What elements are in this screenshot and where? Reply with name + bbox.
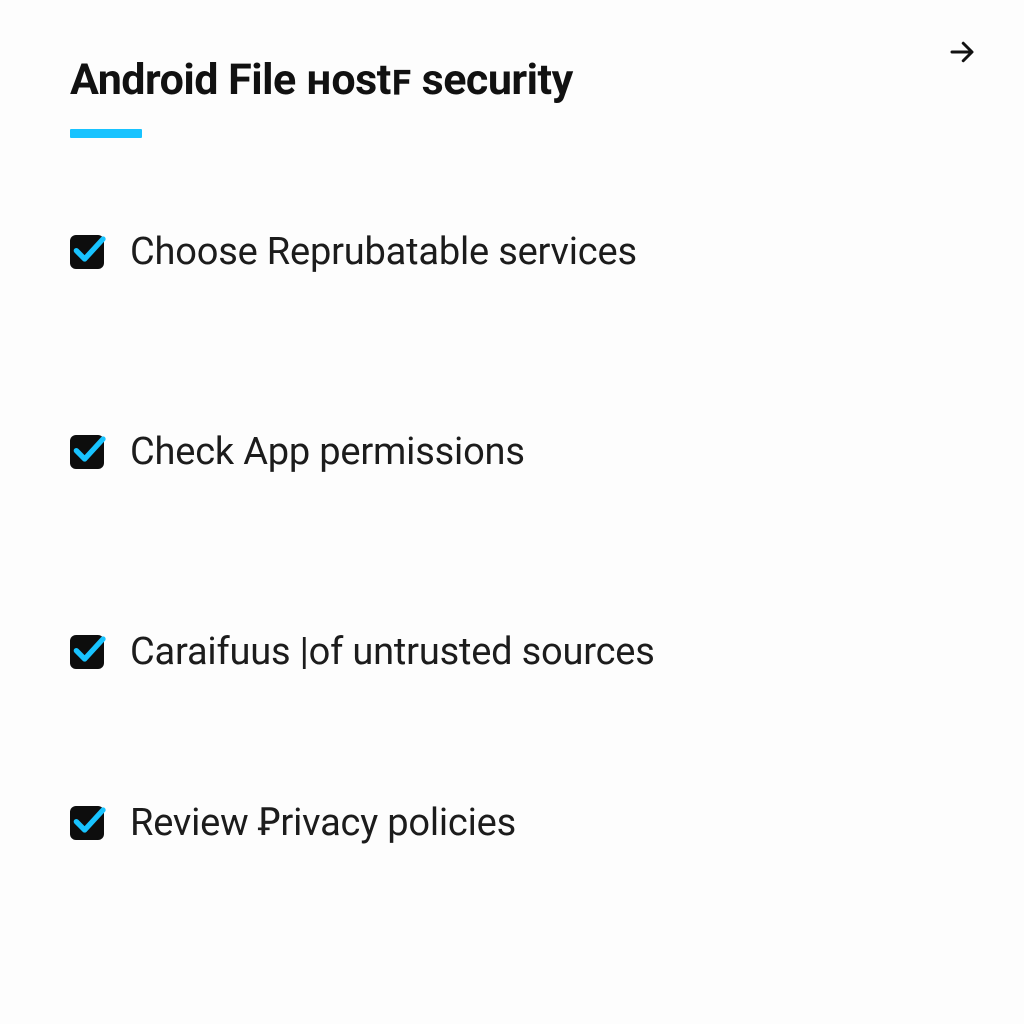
checkbox-checked[interactable] bbox=[70, 235, 104, 269]
list-item: Review Ꝑrivacy policies bbox=[70, 800, 954, 845]
list-item: Choose Reprubatable services bbox=[70, 230, 954, 274]
title-underline bbox=[70, 129, 142, 138]
checkbox-checked[interactable] bbox=[70, 635, 104, 669]
checkbox-checked[interactable] bbox=[70, 435, 104, 469]
list-item-label: Caraifuus |of untrusted sources bbox=[130, 630, 655, 674]
list-item-label: Choose Reprubatable services bbox=[130, 230, 637, 274]
security-checklist: Choose Reprubatable services Check App p… bbox=[70, 230, 954, 845]
list-item: Caraifuus |of untrusted sources bbox=[70, 630, 954, 674]
next-arrow-button[interactable] bbox=[944, 36, 980, 72]
arrow-right-icon bbox=[947, 37, 977, 71]
page-title: Android File ʜostꜰ security bbox=[70, 56, 954, 105]
checkbox-checked[interactable] bbox=[70, 806, 104, 840]
list-item: Check App permissions bbox=[70, 430, 954, 474]
list-item-label: Review Ꝑrivacy policies bbox=[130, 800, 516, 845]
page-root: Android File ʜostꜰ security Choose Repru… bbox=[0, 0, 1024, 1024]
list-item-label: Check App permissions bbox=[130, 430, 525, 474]
